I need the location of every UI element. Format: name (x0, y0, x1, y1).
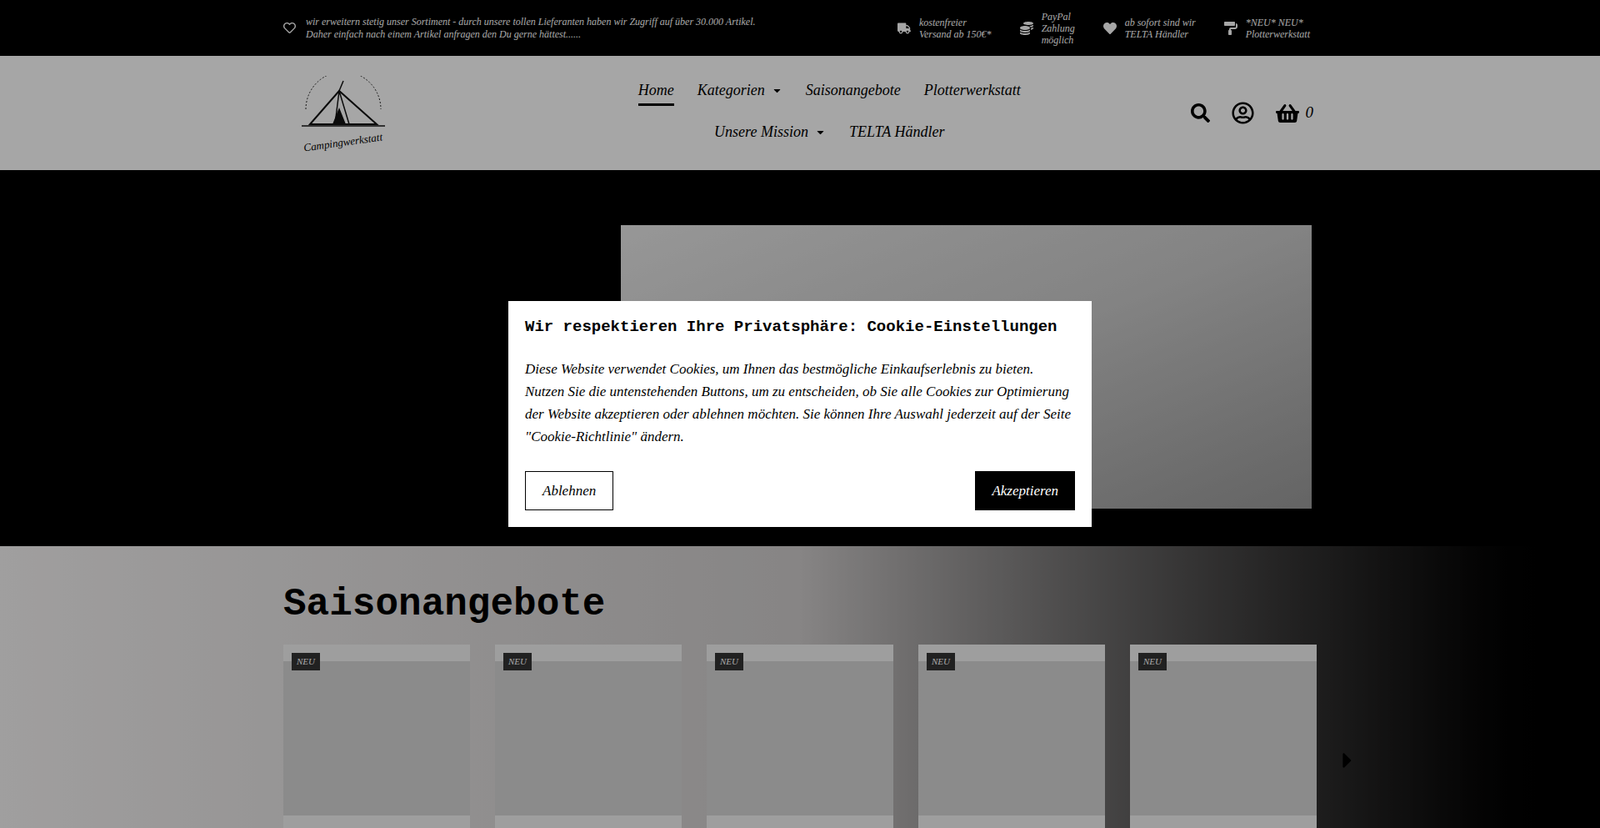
accept-button[interactable]: Akzeptieren (975, 470, 1075, 510)
modal-overlay: Wir respektieren Ihre Privatsphäre: Cook… (0, 0, 1600, 828)
page: wir erweitern stetig unser Sortiment - d… (0, 0, 1600, 828)
dialog-body: Diese Website verwendet Cookies, um Ihne… (525, 357, 1075, 448)
dialog-title: Wir respektieren Ihre Privatsphäre: Cook… (525, 315, 1075, 338)
decline-button[interactable]: Ablehnen (525, 470, 614, 510)
cookie-dialog: Wir respektieren Ihre Privatsphäre: Cook… (508, 300, 1092, 527)
